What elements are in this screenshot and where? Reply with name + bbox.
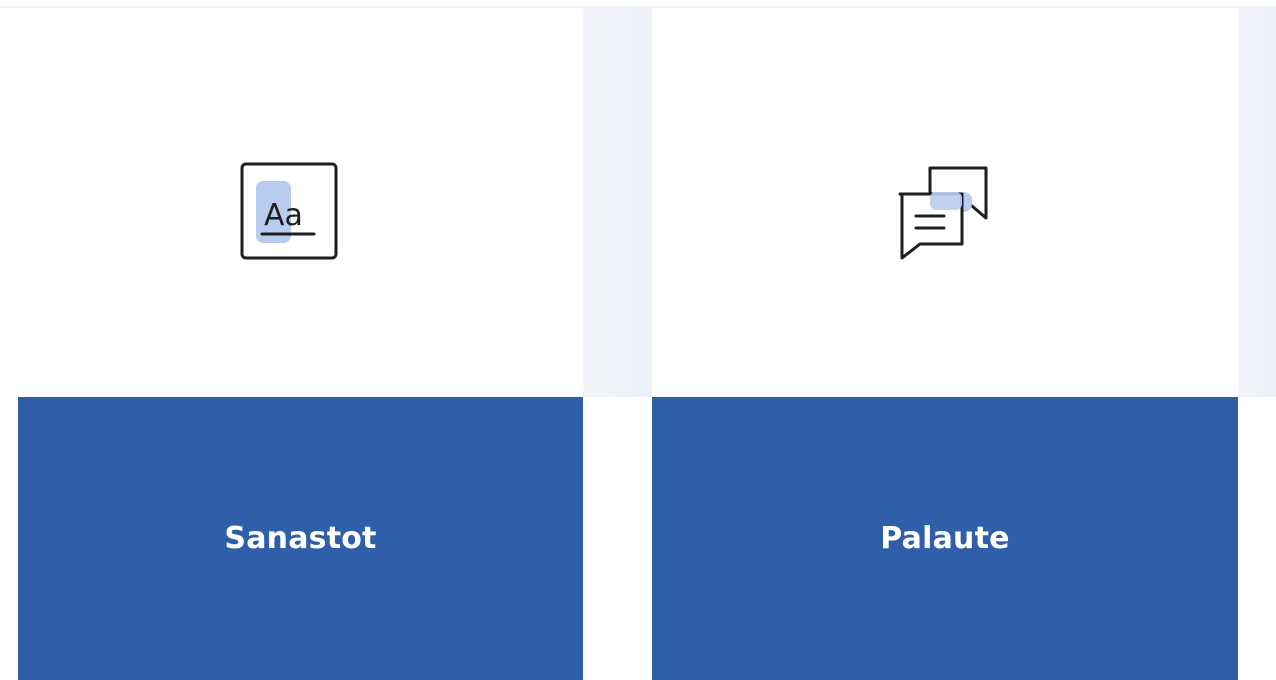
card-gutter (583, 8, 652, 397)
card-label-area: Palaute (652, 397, 1238, 680)
page: Aa Sanastot Palaute (0, 0, 1276, 680)
top-divider (0, 0, 1276, 8)
card-palaute[interactable]: Palaute (652, 8, 1238, 680)
terminology-icon: Aa (234, 148, 338, 266)
feedback-chat-icon (888, 148, 992, 266)
terminology-icon-text: Aa (264, 198, 303, 233)
card-image-area: Aa (18, 8, 583, 397)
card-sanastot[interactable]: Aa Sanastot (18, 8, 583, 680)
card-gutter (1238, 8, 1276, 397)
card-label-area: Sanastot (18, 397, 583, 680)
card-label: Sanastot (224, 521, 377, 556)
card-image-area (652, 8, 1238, 397)
card-label: Palaute (880, 521, 1010, 556)
